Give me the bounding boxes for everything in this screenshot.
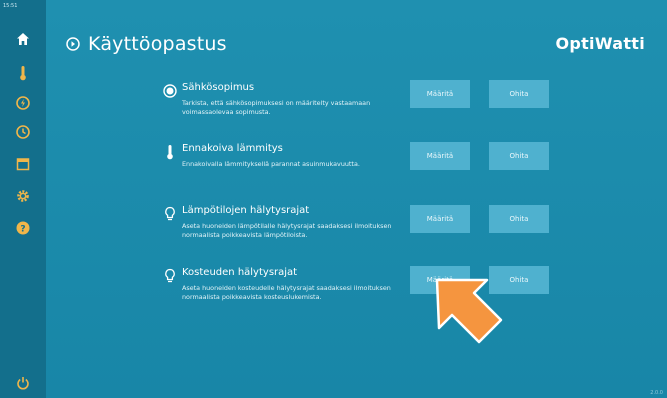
- sidebar: 15:51 ?: [0, 0, 46, 398]
- alert-bulb-icon: [162, 268, 178, 284]
- guide-item-predictive-heating: Ennakoiva lämmitys Ennakoivalla lämmityk…: [46, 141, 667, 205]
- guide-item-description: Tarkista, että sähkösopimuksesi on määri…: [182, 99, 371, 116]
- contract-icon: [162, 83, 178, 99]
- guide-item-description: Ennakoivalla lämmityksellä parannat asui…: [182, 160, 360, 168]
- guide-item-title: Kosteuden hälytysrajat: [182, 267, 298, 278]
- main-panel: Käyttöopastus OptiWatti Sähkösopimus Tar…: [46, 0, 667, 398]
- guide-item-description: Aseta huoneiden lämpötilalle hälytysraja…: [182, 222, 392, 239]
- alert-bulb-icon: [162, 206, 178, 222]
- version-label: 2.0.0: [650, 390, 663, 396]
- thermometer-icon[interactable]: [14, 64, 32, 82]
- energy-cycle-icon[interactable]: [14, 94, 32, 112]
- skip-button[interactable]: Ohita: [489, 80, 549, 108]
- set-button[interactable]: Määritä: [410, 142, 470, 170]
- guide-item-title: Sähkösopimus: [182, 82, 255, 93]
- home-icon[interactable]: [14, 30, 32, 48]
- brand-logo: OptiWatti: [555, 34, 645, 53]
- guide-item-title: Ennakoiva lämmitys: [182, 143, 283, 154]
- guide-item-humidity-alerts: Kosteuden hälytysrajat Aseta huoneiden k…: [46, 265, 667, 329]
- set-button[interactable]: Määritä: [410, 80, 470, 108]
- guide-item-temperature-alerts: Lämpötilojen hälytysrajat Aseta huoneide…: [46, 203, 667, 267]
- pointer-arrow-icon: [435, 278, 503, 344]
- page-title: Käyttöopastus: [88, 33, 227, 55]
- back-icon[interactable]: [66, 37, 80, 51]
- power-icon[interactable]: [14, 374, 32, 392]
- skip-button[interactable]: Ohita: [489, 205, 549, 233]
- guide-item-description: Aseta huoneiden kosteudelle hälytysrajat…: [182, 284, 391, 301]
- gear-icon[interactable]: [14, 187, 32, 205]
- skip-button[interactable]: Ohita: [489, 142, 549, 170]
- thermometer-icon: [162, 144, 178, 160]
- status-clock: 15:51: [3, 3, 18, 9]
- page-header: Käyttöopastus: [66, 31, 227, 57]
- guide-item-title: Lämpötilojen hälytysrajat: [182, 205, 310, 216]
- guide-item-electricity-contract: Sähkösopimus Tarkista, että sähkösopimuk…: [46, 80, 667, 144]
- svg-text:?: ?: [20, 224, 25, 234]
- help-icon[interactable]: ?: [14, 219, 32, 237]
- history-icon[interactable]: [14, 123, 32, 141]
- set-button[interactable]: Määritä: [410, 205, 470, 233]
- calendar-icon[interactable]: [14, 155, 32, 173]
